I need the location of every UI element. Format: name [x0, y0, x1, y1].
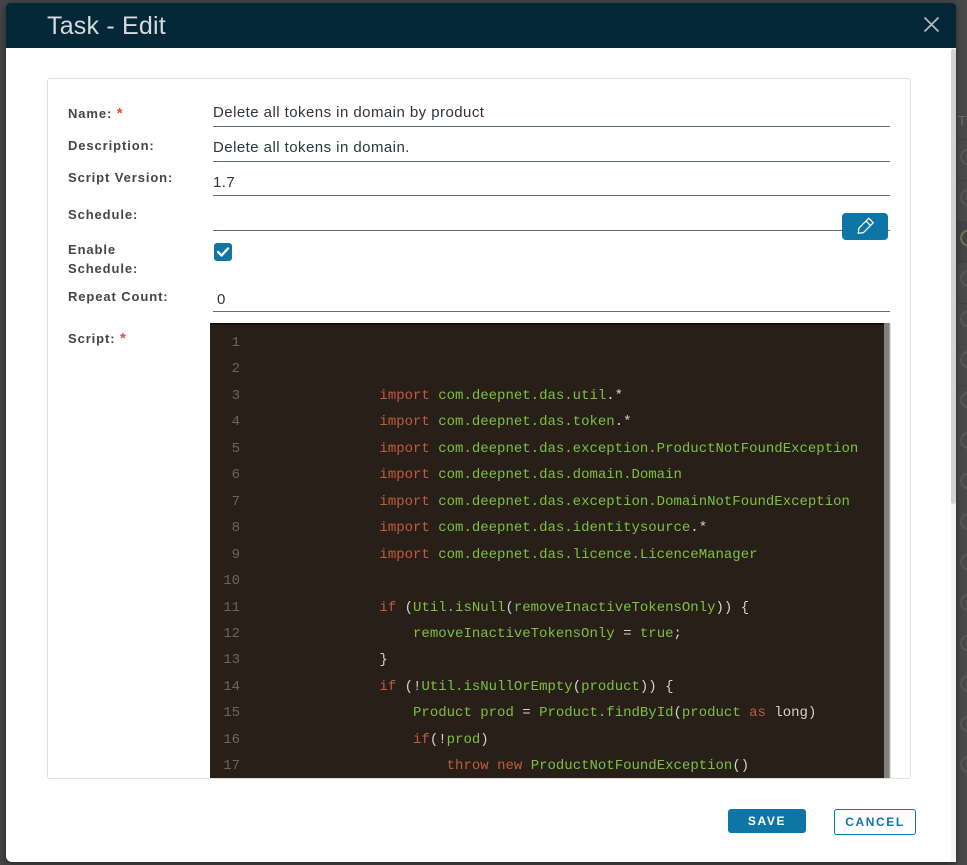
svg-text:T: T [958, 113, 966, 128]
